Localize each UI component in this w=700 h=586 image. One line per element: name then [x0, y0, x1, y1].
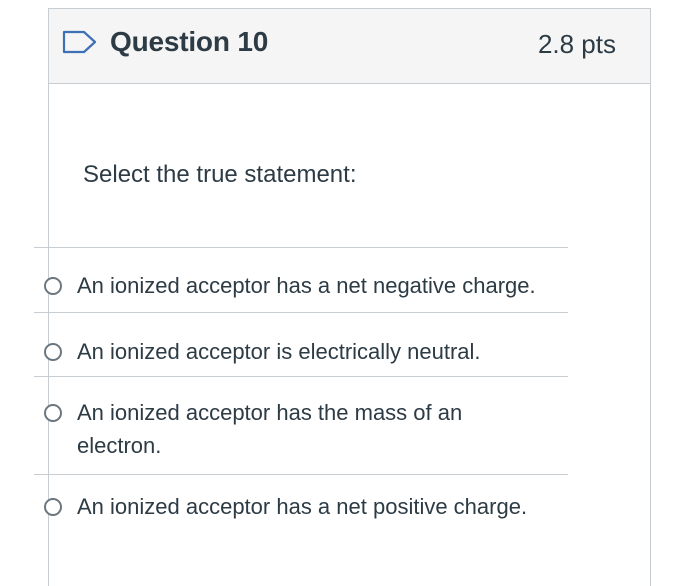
answer-label: An ionized acceptor has the mass of an	[77, 400, 463, 425]
answer-label: An ionized acceptor is electrically neut…	[77, 339, 481, 364]
answer-label-continued: electron.	[77, 433, 162, 458]
answer-label: An ionized acceptor has a net positive c…	[77, 494, 528, 519]
question-header: Question 10 2.8 pts	[49, 9, 650, 84]
answer-label: An ionized acceptor has a net negative c…	[77, 273, 536, 298]
radio-button[interactable]	[44, 277, 62, 295]
radio-button[interactable]	[44, 343, 62, 361]
answer-option-3[interactable]: An ionized acceptor has the mass of an e…	[34, 376, 568, 474]
flag-outline-icon[interactable]	[62, 30, 98, 54]
question-prompt: Select the true statement:	[83, 161, 357, 188]
radio-button[interactable]	[44, 404, 62, 422]
answer-option-1[interactable]: An ionized acceptor has a net negative c…	[34, 247, 568, 312]
answer-option-2[interactable]: An ionized acceptor is electrically neut…	[34, 312, 568, 376]
question-points: 2.8 pts	[537, 29, 616, 59]
answer-option-4[interactable]: An ionized acceptor has a net positive c…	[34, 474, 568, 544]
question-title: Question 10	[110, 26, 269, 57]
radio-button[interactable]	[44, 498, 62, 516]
answer-list: An ionized acceptor has a net negative c…	[34, 247, 568, 544]
